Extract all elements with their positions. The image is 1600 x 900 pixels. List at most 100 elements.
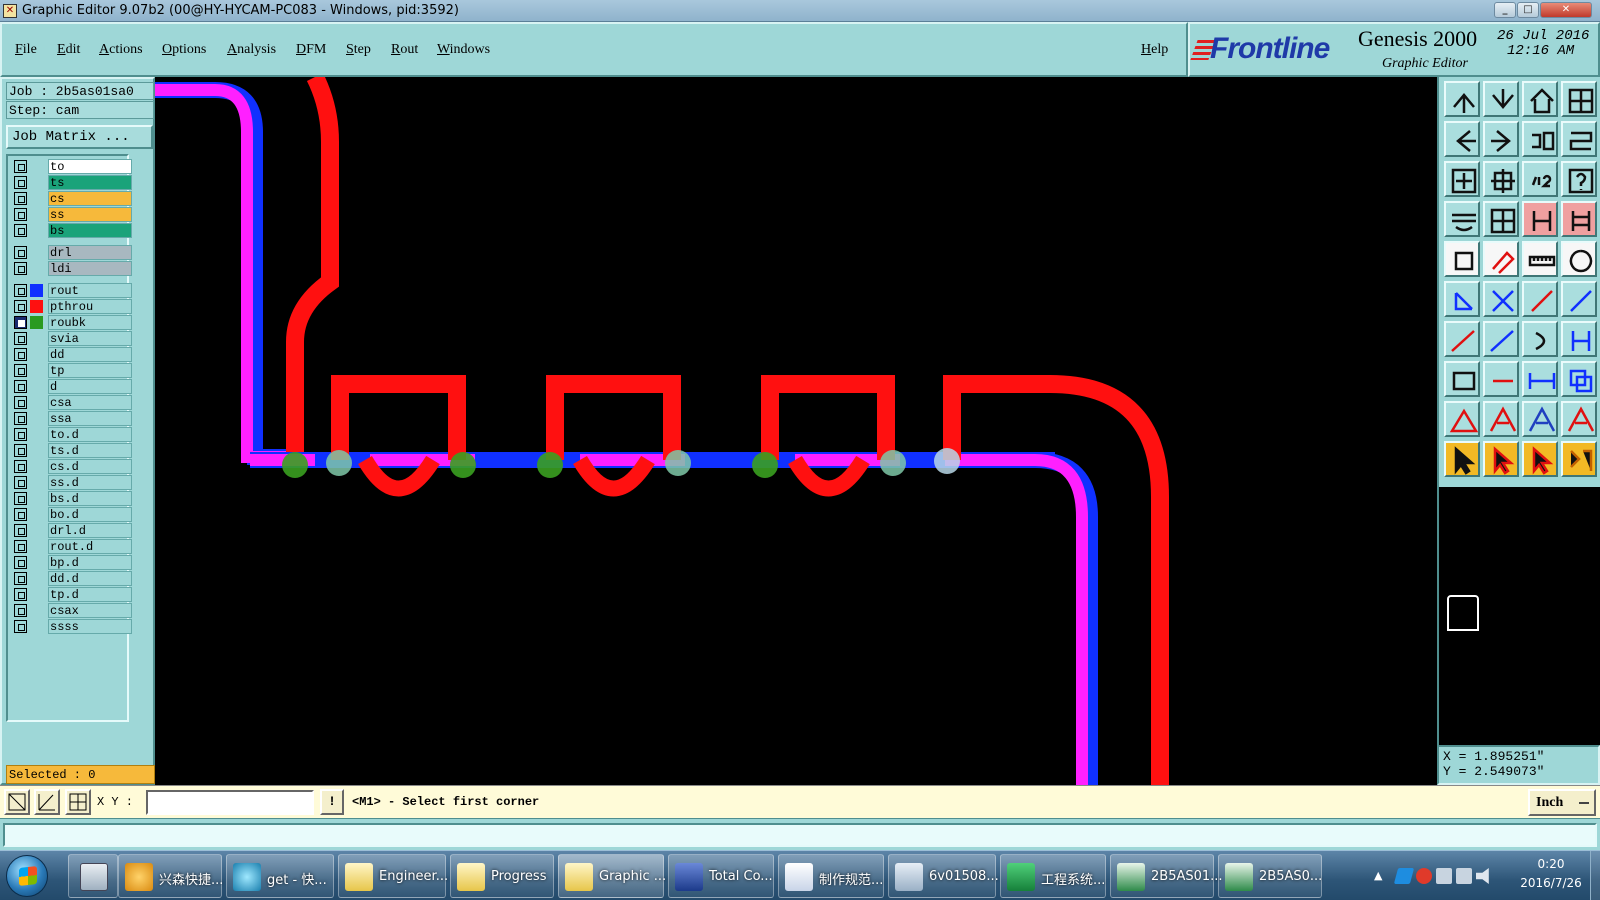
taskbar-item[interactable]: Progress <box>450 854 554 898</box>
layer-checkbox[interactable] <box>14 508 27 521</box>
snap-mode-button[interactable] <box>4 789 30 815</box>
menu-edit[interactable]: Edit <box>57 42 80 58</box>
layer-checkbox[interactable] <box>14 364 27 377</box>
tool-edit-line-button[interactable] <box>1483 241 1519 277</box>
tool-pin-button[interactable] <box>1561 321 1597 357</box>
menu-options[interactable]: Options <box>162 42 206 58</box>
tool-select-red-button[interactable] <box>1483 441 1519 477</box>
layer-checkbox[interactable] <box>14 556 27 569</box>
taskbar-item[interactable]: Graphic ... <box>558 854 666 898</box>
layer-name[interactable]: ts.d <box>48 443 132 458</box>
tool-cross-button[interactable] <box>1483 281 1519 317</box>
tool-zoom-in-button[interactable] <box>1483 161 1519 197</box>
tool-connect-button[interactable] <box>1444 281 1480 317</box>
taskbar-item[interactable]: Engineer... <box>338 854 448 898</box>
layer-checkbox[interactable] <box>14 476 27 489</box>
grid-mode-button[interactable] <box>65 789 91 815</box>
layer-row-roubk[interactable]: roubk <box>12 315 132 330</box>
layer-checkbox[interactable] <box>14 396 27 409</box>
layer-name[interactable]: ssa <box>48 411 132 426</box>
layer-checkbox[interactable] <box>14 380 27 393</box>
show-desktop-button[interactable] <box>1590 851 1600 900</box>
layer-row-tp[interactable]: tp <box>12 363 132 378</box>
tool-circle-button[interactable] <box>1561 241 1597 277</box>
close-button[interactable]: ✕ <box>1540 2 1592 18</box>
layer-row-d[interactable]: d <box>12 379 132 394</box>
tool-point-blue-button[interactable] <box>1561 281 1597 317</box>
layer-checkbox[interactable] <box>14 444 27 457</box>
tool-select-circle-button[interactable] <box>1522 441 1558 477</box>
tool-pan-up-button[interactable] <box>1444 81 1480 117</box>
layer-checkbox[interactable] <box>14 192 27 205</box>
layer-name[interactable]: tp <box>48 363 132 378</box>
layer-name[interactable]: to <box>48 159 132 174</box>
layer-row-ss-d[interactable]: ss.d <box>12 475 132 490</box>
taskbar-item[interactable]: 兴森快捷... <box>118 854 223 898</box>
layer-checkbox[interactable] <box>14 588 27 601</box>
layer-row-bs-d[interactable]: bs.d <box>12 491 132 506</box>
maximize-button[interactable]: □ <box>1517 2 1539 18</box>
layer-row-cs[interactable]: cs <box>12 191 132 206</box>
layer-checkbox[interactable] <box>14 208 27 221</box>
graphic-canvas[interactable] <box>155 77 1437 785</box>
layer-row-to[interactable]: to <box>12 159 132 174</box>
tool-net-red-button[interactable] <box>1522 201 1558 237</box>
layer-checkbox[interactable] <box>14 604 27 617</box>
layer-name[interactable]: bs <box>48 223 132 238</box>
tray-network-icon[interactable] <box>1456 868 1472 884</box>
layer-row-ss[interactable]: ss <box>12 207 132 222</box>
layer-row-bo-d[interactable]: bo.d <box>12 507 132 522</box>
layer-name[interactable]: cs <box>48 191 132 206</box>
layer-name[interactable]: ss.d <box>48 475 132 490</box>
tool-help-button[interactable] <box>1561 161 1597 197</box>
layer-row-drl-d[interactable]: drl.d <box>12 523 132 538</box>
layer-checkbox[interactable] <box>14 460 27 473</box>
layer-checkbox[interactable] <box>14 620 27 633</box>
layer-checkbox[interactable] <box>14 284 27 297</box>
menu-dfm[interactable]: DFM <box>296 42 326 58</box>
tool-ruler-button[interactable] <box>1522 241 1558 277</box>
layer-name[interactable]: bs.d <box>48 491 132 506</box>
start-button[interactable] <box>6 855 48 897</box>
tool-select-route-button[interactable] <box>1561 441 1597 477</box>
execute-button[interactable]: ! <box>320 789 344 815</box>
layer-checkbox[interactable] <box>14 332 27 345</box>
tool-tri-arc-button[interactable] <box>1444 401 1480 437</box>
tool-pad-button[interactable] <box>1444 241 1480 277</box>
layer-checkbox[interactable] <box>14 262 27 275</box>
layer-name[interactable]: svia <box>48 331 132 346</box>
layer-checkbox[interactable] <box>14 412 27 425</box>
layer-checkbox[interactable] <box>14 492 27 505</box>
clock-time[interactable]: 0:20 <box>1525 857 1577 871</box>
taskbar-item[interactable]: 工程系统... <box>1000 854 1106 898</box>
tool-mirror-button[interactable] <box>1444 361 1480 397</box>
layer-checkbox[interactable] <box>14 246 27 259</box>
taskbar-pinned-calculator[interactable] <box>68 854 118 898</box>
tray-flag-icon[interactable] <box>1436 868 1452 884</box>
tool-copy-button[interactable] <box>1561 361 1597 397</box>
menu-help[interactable]: Help <box>1141 42 1168 58</box>
layer-row-ldi[interactable]: ldi <box>12 261 132 276</box>
layer-row-bp-d[interactable]: bp.d <box>12 555 132 570</box>
layer-checkbox[interactable] <box>14 176 27 189</box>
layer-row-rout-d[interactable]: rout.d <box>12 539 132 554</box>
layer-name[interactable]: ss <box>48 207 132 222</box>
units-selector[interactable]: Inch <box>1528 789 1596 816</box>
taskbar-item[interactable]: 制作规范... <box>778 854 884 898</box>
layer-checkbox[interactable] <box>14 572 27 585</box>
minimize-button[interactable]: _ <box>1494 2 1516 18</box>
tray-volume-icon[interactable] <box>1476 868 1489 884</box>
layer-name[interactable]: drl <box>48 245 132 260</box>
layer-name[interactable]: bo.d <box>48 507 132 522</box>
layer-row-csa[interactable]: csa <box>12 395 132 410</box>
layer-name[interactable]: ssss <box>48 619 132 634</box>
tool-measure-button[interactable] <box>1444 201 1480 237</box>
tool-redraw-button[interactable] <box>1522 121 1558 157</box>
layer-name[interactable]: csax <box>48 603 132 618</box>
angle-mode-button[interactable] <box>34 789 60 815</box>
layer-name[interactable]: roubk <box>48 315 132 330</box>
tool-point-red-button[interactable] <box>1522 281 1558 317</box>
layer-checkbox[interactable] <box>14 300 27 313</box>
layer-name[interactable]: csa <box>48 395 132 410</box>
tool-net-red2-button[interactable] <box>1561 201 1597 237</box>
